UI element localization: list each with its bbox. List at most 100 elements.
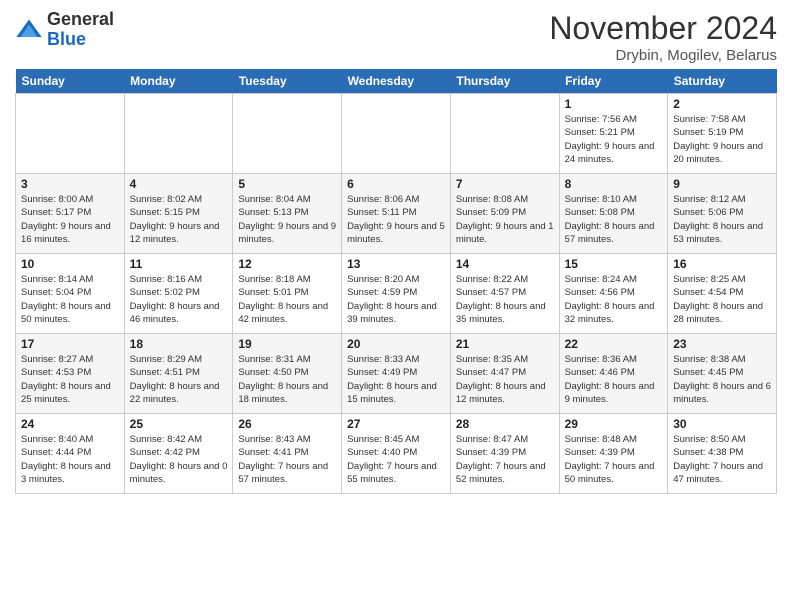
day-number: 4 <box>130 177 228 191</box>
day-number: 14 <box>456 257 554 271</box>
calendar-cell: 19 Sunrise: 8:31 AM Sunset: 4:50 PM Dayli… <box>233 334 342 414</box>
calendar-cell <box>342 94 451 174</box>
month-title: November 2024 <box>549 10 777 47</box>
calendar-cell: 26 Sunrise: 8:43 AM Sunset: 4:41 PM Dayli… <box>233 414 342 494</box>
week-row-2: 3 Sunrise: 8:00 AM Sunset: 5:17 PM Daylig… <box>16 174 777 254</box>
calendar-cell: 28 Sunrise: 8:47 AM Sunset: 4:39 PM Dayli… <box>450 414 559 494</box>
day-info: Sunrise: 8:04 AM Sunset: 5:13 PM Dayligh… <box>238 193 336 246</box>
calendar-cell: 10Sunrise: 8:14 AM Sunset: 5:04 PM Dayli… <box>16 254 125 334</box>
weekday-header-thursday: Thursday <box>450 69 559 94</box>
header: General Blue November 2024 Drybin, Mogil… <box>15 10 777 64</box>
day-number: 27 <box>347 417 445 431</box>
day-info: Sunrise: 8:43 AM Sunset: 4:41 PM Dayligh… <box>238 433 336 486</box>
day-info: Sunrise: 8:25 AM Sunset: 4:54 PM Dayligh… <box>673 273 771 326</box>
logo-text: General Blue <box>47 10 114 50</box>
day-number: 9 <box>673 177 771 191</box>
day-number: 13 <box>347 257 445 271</box>
calendar-cell: 3 Sunrise: 8:00 AM Sunset: 5:17 PM Daylig… <box>16 174 125 254</box>
day-info: Sunrise: 8:24 AM Sunset: 4:56 PM Dayligh… <box>565 273 663 326</box>
weekday-header-row: SundayMondayTuesdayWednesdayThursdayFrid… <box>16 69 777 94</box>
calendar-cell: 25 Sunrise: 8:42 AM Sunset: 4:42 PM Dayli… <box>124 414 233 494</box>
day-number: 21 <box>456 337 554 351</box>
location-subtitle: Drybin, Mogilev, Belarus <box>549 47 777 64</box>
day-info: Sunrise: 8:29 AM Sunset: 4:51 PM Dayligh… <box>130 353 228 406</box>
calendar-cell: 1 Sunrise: 7:56 AM Sunset: 5:21 PM Daylig… <box>559 94 668 174</box>
weekday-header-sunday: Sunday <box>16 69 125 94</box>
day-info: Sunrise: 8:08 AM Sunset: 5:09 PM Dayligh… <box>456 193 554 246</box>
day-info: Sunrise: 8:45 AM Sunset: 4:40 PM Dayligh… <box>347 433 445 486</box>
day-info: Sunrise: 8:47 AM Sunset: 4:39 PM Dayligh… <box>456 433 554 486</box>
calendar-cell: 13 Sunrise: 8:20 AM Sunset: 4:59 PM Dayli… <box>342 254 451 334</box>
day-number: 12 <box>238 257 336 271</box>
day-info: Sunrise: 8:50 AM Sunset: 4:38 PM Dayligh… <box>673 433 771 486</box>
day-info: Sunrise: 7:56 AM Sunset: 5:21 PM Dayligh… <box>565 113 663 166</box>
day-info: Sunrise: 8:40 AM Sunset: 4:44 PM Dayligh… <box>21 433 119 486</box>
weekday-header-wednesday: Wednesday <box>342 69 451 94</box>
day-number: 25 <box>130 417 228 431</box>
calendar-cell: 21Sunrise: 8:35 AM Sunset: 4:47 PM Dayli… <box>450 334 559 414</box>
week-row-4: 17Sunrise: 8:27 AM Sunset: 4:53 PM Dayli… <box>16 334 777 414</box>
calendar-cell: 16 Sunrise: 8:25 AM Sunset: 4:54 PM Dayli… <box>668 254 777 334</box>
weekday-header-tuesday: Tuesday <box>233 69 342 94</box>
calendar-cell <box>233 94 342 174</box>
day-number: 18 <box>130 337 228 351</box>
calendar-cell: 7 Sunrise: 8:08 AM Sunset: 5:09 PM Daylig… <box>450 174 559 254</box>
week-row-3: 10Sunrise: 8:14 AM Sunset: 5:04 PM Dayli… <box>16 254 777 334</box>
day-info: Sunrise: 8:48 AM Sunset: 4:39 PM Dayligh… <box>565 433 663 486</box>
day-info: Sunrise: 8:02 AM Sunset: 5:15 PM Dayligh… <box>130 193 228 246</box>
calendar-cell: 2 Sunrise: 7:58 AM Sunset: 5:19 PM Daylig… <box>668 94 777 174</box>
logo-icon <box>15 16 43 44</box>
day-number: 1 <box>565 97 663 111</box>
calendar-cell <box>16 94 125 174</box>
logo: General Blue <box>15 10 114 50</box>
day-info: Sunrise: 8:20 AM Sunset: 4:59 PM Dayligh… <box>347 273 445 326</box>
weekday-header-friday: Friday <box>559 69 668 94</box>
calendar-cell: 6 Sunrise: 8:06 AM Sunset: 5:11 PM Daylig… <box>342 174 451 254</box>
calendar-cell: 23Sunrise: 8:38 AM Sunset: 4:45 PM Dayli… <box>668 334 777 414</box>
calendar-cell: 18 Sunrise: 8:29 AM Sunset: 4:51 PM Dayli… <box>124 334 233 414</box>
week-row-1: 1 Sunrise: 7:56 AM Sunset: 5:21 PM Daylig… <box>16 94 777 174</box>
logo-general: General <box>47 9 114 29</box>
calendar-cell: 14 Sunrise: 8:22 AM Sunset: 4:57 PM Dayli… <box>450 254 559 334</box>
day-number: 2 <box>673 97 771 111</box>
day-info: Sunrise: 8:12 AM Sunset: 5:06 PM Dayligh… <box>673 193 771 246</box>
day-number: 22 <box>565 337 663 351</box>
week-row-5: 24Sunrise: 8:40 AM Sunset: 4:44 PM Dayli… <box>16 414 777 494</box>
day-number: 3 <box>21 177 119 191</box>
calendar-cell: 27 Sunrise: 8:45 AM Sunset: 4:40 PM Dayli… <box>342 414 451 494</box>
calendar-cell: 8Sunrise: 8:10 AM Sunset: 5:08 PM Daylig… <box>559 174 668 254</box>
day-info: Sunrise: 8:16 AM Sunset: 5:02 PM Dayligh… <box>130 273 228 326</box>
day-number: 23 <box>673 337 771 351</box>
day-info: Sunrise: 8:00 AM Sunset: 5:17 PM Dayligh… <box>21 193 119 246</box>
day-number: 16 <box>673 257 771 271</box>
calendar-cell: 17Sunrise: 8:27 AM Sunset: 4:53 PM Dayli… <box>16 334 125 414</box>
main-container: General Blue November 2024 Drybin, Mogil… <box>0 0 792 499</box>
day-info: Sunrise: 8:42 AM Sunset: 4:42 PM Dayligh… <box>130 433 228 486</box>
day-number: 30 <box>673 417 771 431</box>
day-number: 20 <box>347 337 445 351</box>
day-info: Sunrise: 8:31 AM Sunset: 4:50 PM Dayligh… <box>238 353 336 406</box>
day-number: 6 <box>347 177 445 191</box>
calendar-cell <box>124 94 233 174</box>
day-number: 11 <box>130 257 228 271</box>
day-info: Sunrise: 8:10 AM Sunset: 5:08 PM Dayligh… <box>565 193 663 246</box>
day-info: Sunrise: 7:58 AM Sunset: 5:19 PM Dayligh… <box>673 113 771 166</box>
day-number: 19 <box>238 337 336 351</box>
day-info: Sunrise: 8:06 AM Sunset: 5:11 PM Dayligh… <box>347 193 445 246</box>
day-info: Sunrise: 8:36 AM Sunset: 4:46 PM Dayligh… <box>565 353 663 406</box>
day-number: 29 <box>565 417 663 431</box>
weekday-header-monday: Monday <box>124 69 233 94</box>
day-number: 17 <box>21 337 119 351</box>
day-info: Sunrise: 8:18 AM Sunset: 5:01 PM Dayligh… <box>238 273 336 326</box>
calendar-cell: 5Sunrise: 8:04 AM Sunset: 5:13 PM Daylig… <box>233 174 342 254</box>
day-number: 10 <box>21 257 119 271</box>
calendar-cell: 29 Sunrise: 8:48 AM Sunset: 4:39 PM Dayli… <box>559 414 668 494</box>
day-info: Sunrise: 8:22 AM Sunset: 4:57 PM Dayligh… <box>456 273 554 326</box>
calendar-cell: 12 Sunrise: 8:18 AM Sunset: 5:01 PM Dayli… <box>233 254 342 334</box>
day-number: 28 <box>456 417 554 431</box>
day-number: 26 <box>238 417 336 431</box>
calendar-cell: 30 Sunrise: 8:50 AM Sunset: 4:38 PM Dayli… <box>668 414 777 494</box>
day-number: 7 <box>456 177 554 191</box>
calendar-cell: 11 Sunrise: 8:16 AM Sunset: 5:02 PM Dayli… <box>124 254 233 334</box>
title-block: November 2024 Drybin, Mogilev, Belarus <box>549 10 777 64</box>
